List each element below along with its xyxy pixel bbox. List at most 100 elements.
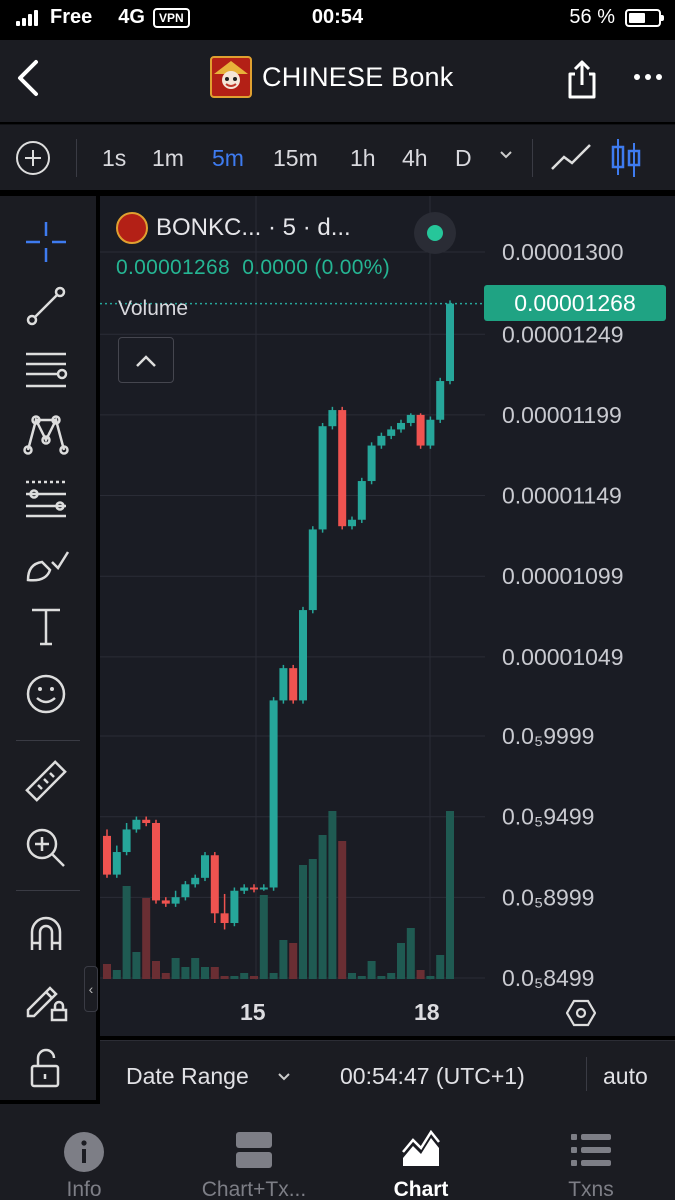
divider [532,139,533,177]
volume-bar [367,961,376,979]
y-axis-tick-label: 0.0₅8999 [502,884,594,910]
candle-body [259,887,268,890]
volume-bar [230,976,239,979]
ohlc-price-line: 0.00001268 0.0000 (0.00%) [116,256,391,279]
candle-body [357,481,366,520]
zoom-in-icon[interactable] [22,824,70,872]
candle-body [406,414,415,423]
tab-label: Txns [568,1178,614,1200]
volume-bar [279,940,288,979]
lock-drawing-icon[interactable] [22,976,70,1024]
split-view-icon [236,1132,272,1168]
timeframe-1h[interactable]: 1h [350,145,376,172]
volume-bar [142,898,151,979]
y-axis-tick-label: 0.00001149 [502,483,622,509]
candle-body [122,829,131,853]
candlestick-chart[interactable]: 0.00001300 0.00001249 0.00001199 0.00001149… [100,196,675,1036]
timeframe-1m[interactable]: 1m [152,145,184,172]
candle-body [338,410,347,527]
candle-body [240,887,249,891]
timezone-clock[interactable]: 00:54:47 (UTC+1) [340,1063,525,1090]
current-price-tag: 0.00001268 [484,285,666,321]
chevron-down-icon[interactable] [498,147,514,163]
candle-body [250,887,258,890]
status-bar: Free 4G VPN 00:54 56 % [0,0,675,40]
volume-bar [436,955,445,979]
fib-retracement-icon[interactable] [22,346,70,394]
tab-label: Chart+Tx... [201,1178,307,1200]
chart-symbol-header[interactable]: BONKC... · 5 · d... [116,212,351,244]
date-range-button[interactable]: Date Range [126,1063,249,1090]
timeframe-4h[interactable]: 4h [402,145,428,172]
volume-label: Volume [118,297,189,320]
y-axis-tick-label: 0.00001300 [502,239,624,265]
candle-body [181,884,190,898]
auto-scale-toggle[interactable]: auto [603,1063,648,1090]
tab-chart[interactable]: Chart [337,1104,505,1200]
bottom-tab-bar: Info Chart+Tx... Chart Txns [0,1104,675,1200]
area-chart-icon [402,1130,440,1166]
candle-body [210,855,219,914]
volume-bar [112,970,121,979]
timeframe-15m[interactable]: 15m [273,145,318,172]
divider [16,740,80,741]
crosshair-icon[interactable] [22,218,70,266]
volume-bar [406,928,415,979]
candle-body [289,668,298,701]
candle-body [152,822,160,901]
token-logo-small [116,212,148,244]
timeframe-d[interactable]: D [455,145,472,172]
prediction-icon[interactable] [22,474,70,522]
text-icon[interactable] [22,602,70,650]
timeframe-5m[interactable]: 5m [212,145,244,172]
tab-info[interactable]: Info [0,1104,168,1200]
trend-line-icon[interactable] [22,282,70,330]
token-title: CHINESE Bonk [210,56,453,98]
unlock-icon[interactable] [22,1044,70,1092]
add-indicator-icon[interactable] [16,141,50,175]
collapse-toolbar-handle[interactable]: ‹ [84,966,98,1012]
chart-symbol: BONKC... · 5 · d... [156,214,351,241]
tab-label: Chart [393,1178,449,1200]
volume-bar [152,961,160,979]
candlestick-icon[interactable] [610,135,642,181]
candle-body [308,529,317,611]
y-axis-tick-label: 0.0₅9999 [502,723,594,749]
collapse-indicators-button[interactable] [118,337,174,383]
volume-bar [299,865,307,979]
volume-bar [171,958,180,979]
candle-body [436,381,445,420]
candle-body [426,419,435,446]
list-icon [571,1134,611,1166]
tab-txns[interactable]: Txns [507,1104,675,1200]
brush-icon[interactable] [22,540,70,588]
candle-body [279,668,288,701]
more-horizontal-icon[interactable] [634,74,662,80]
candle-body [230,890,239,923]
volume-bar [318,835,327,979]
volume-bar [161,973,170,979]
emoji-icon[interactable] [22,670,70,718]
volume-bar [357,976,366,979]
volume-bar [289,943,298,979]
chart-settings-icon[interactable] [566,998,596,1028]
pattern-icon[interactable] [22,410,70,458]
volume-bar [250,976,258,979]
nav-bar: CHINESE Bonk [0,40,675,122]
volume-bar [269,973,278,979]
candle-body [132,819,141,830]
volume-bar [181,967,190,979]
share-icon[interactable] [565,58,599,100]
timeframe-1s[interactable]: 1s [102,145,126,172]
candle-body [103,835,111,875]
tab-chart-txns[interactable]: Chart+Tx... [170,1104,338,1200]
volume-bar [308,859,317,979]
candle-body [377,435,386,446]
candle-body [112,852,121,875]
line-chart-icon[interactable] [550,141,592,175]
chevron-down-icon[interactable] [276,1069,292,1085]
chevron-left-icon[interactable] [12,58,44,98]
ruler-icon[interactable] [22,758,70,806]
magnet-icon[interactable] [22,910,70,958]
date-range-bar: Date Range 00:54:47 (UTC+1) auto [100,1040,675,1104]
